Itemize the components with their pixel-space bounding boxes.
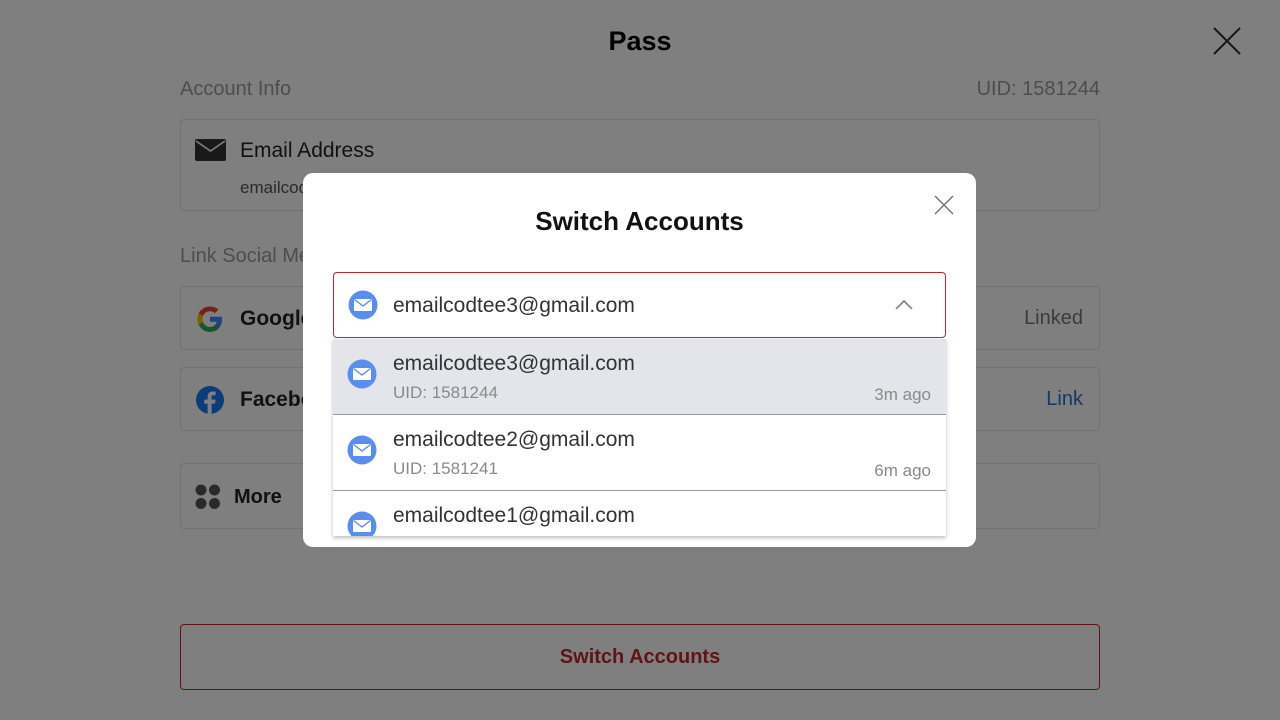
- switch-accounts-modal: Switch Accounts emailcodtee3@gmail.com e…: [303, 173, 976, 547]
- account-select[interactable]: emailcodtee3@gmail.com: [333, 272, 946, 338]
- account-option-email: emailcodtee3@gmail.com: [393, 352, 635, 375]
- modal-close-icon[interactable]: [932, 193, 956, 217]
- account-dropdown-list[interactable]: emailcodtee3@gmail.com UID: 1581244 3m a…: [333, 339, 946, 536]
- account-option[interactable]: emailcodtee3@gmail.com UID: 1581244 3m a…: [333, 339, 946, 415]
- chevron-up-icon[interactable]: [893, 295, 915, 315]
- mail-icon: [347, 435, 377, 465]
- account-option-uid: UID: 1581244: [393, 383, 498, 402]
- mail-icon: [347, 511, 377, 536]
- account-option-time: 3m ago: [874, 385, 931, 404]
- mail-icon: [348, 290, 378, 320]
- account-option[interactable]: emailcodtee2@gmail.com UID: 1581241 6m a…: [333, 415, 946, 491]
- account-option-uid: UID: 1581241: [393, 459, 498, 478]
- account-option-email: emailcodtee1@gmail.com: [393, 504, 635, 527]
- selected-account-email: emailcodtee3@gmail.com: [393, 294, 635, 317]
- mail-icon: [347, 359, 377, 389]
- account-option-email: emailcodtee2@gmail.com: [393, 428, 635, 451]
- account-option[interactable]: emailcodtee1@gmail.com: [333, 491, 946, 536]
- account-option-time: 6m ago: [874, 461, 931, 480]
- modal-title: Switch Accounts: [535, 206, 744, 236]
